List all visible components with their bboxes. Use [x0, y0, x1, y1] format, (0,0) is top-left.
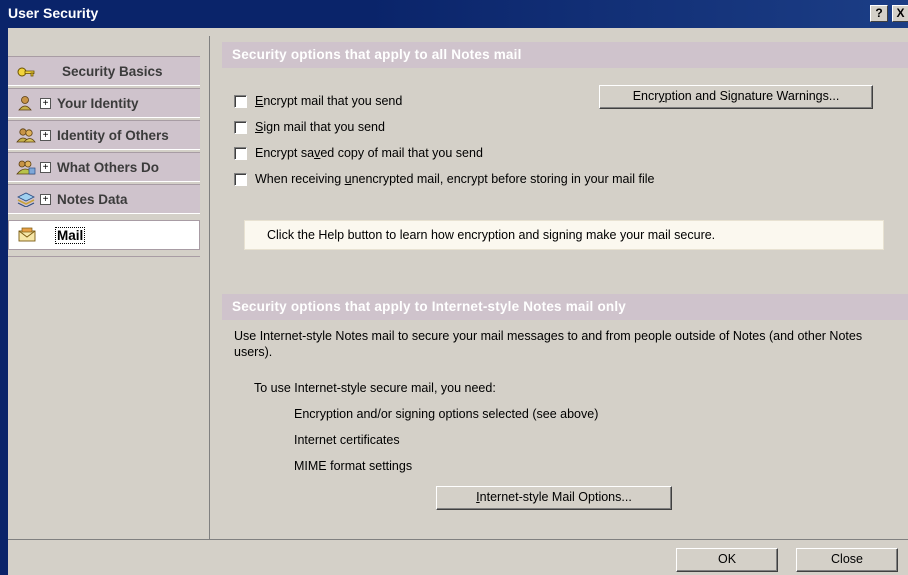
checkbox-label: Encrypt mail that you send — [255, 94, 403, 108]
help-button[interactable]: ? — [870, 5, 888, 22]
checkbox-label: Sign mail that you send — [255, 120, 385, 134]
expand-icon[interactable]: + — [40, 129, 51, 141]
checkbox-box[interactable] — [234, 120, 247, 134]
expand-icon[interactable]: + — [40, 161, 51, 173]
close-icon[interactable]: X — [892, 5, 908, 22]
sidebar-item-notes-data[interactable]: + Notes Data — [8, 184, 200, 214]
checkbox-box[interactable] — [234, 172, 247, 186]
internet-mail-options-button[interactable]: Internet-style Mail Options... — [436, 486, 672, 510]
sidebar-item-label: Mail — [55, 226, 86, 244]
mail-icon — [18, 227, 36, 242]
checkbox-sign-mail[interactable]: Sign mail that you send — [234, 118, 385, 136]
sidebar-item-label: What Others Do — [57, 159, 160, 175]
title-bar: User Security ? X — [0, 0, 908, 28]
sidebar-item-label: Your Identity — [57, 95, 139, 111]
requirement-item: MIME format settings — [294, 459, 413, 473]
help-info-box: Click the Help button to learn how encry… — [244, 220, 884, 250]
checkbox-encrypt-received[interactable]: When receiving unencrypted mail, encrypt… — [234, 170, 655, 188]
sidebar-item-mail[interactable]: Mail — [8, 220, 200, 250]
button-bar: OK Close — [8, 539, 908, 575]
requirement-item: Encryption and/or signing options select… — [294, 407, 599, 421]
main-panel: Security options that apply to all Notes… — [214, 36, 908, 539]
key-icon — [17, 67, 35, 77]
requirement-item: Internet certificates — [294, 433, 400, 447]
user-security-dialog: User Security ? X Security Basics + Your… — [0, 0, 908, 575]
sidebar-item-label: Notes Data — [57, 191, 128, 207]
sidebar-item-label: Identity of Others — [57, 127, 169, 143]
checkbox-box[interactable] — [234, 94, 247, 108]
sidebar-item-what-others-do[interactable]: + What Others Do — [8, 152, 200, 182]
expand-icon[interactable]: + — [40, 193, 51, 205]
people-icon — [16, 128, 36, 143]
requirements-intro: To use Internet-style secure mail, you n… — [254, 381, 496, 395]
sidebar-item-identity-of-others[interactable]: + Identity of Others — [8, 120, 200, 150]
sidebar-item-label: Security Basics — [62, 63, 163, 79]
internet-mail-description: Use Internet-style Notes mail to secure … — [234, 329, 863, 359]
close-button[interactable]: Close — [796, 548, 898, 572]
checkbox-encrypt-mail[interactable]: Encrypt mail that you send — [234, 92, 402, 110]
checkbox-box[interactable] — [234, 146, 247, 160]
encryption-signature-warnings-button[interactable]: Encryption and Signature Warnings... — [599, 85, 873, 109]
checkbox-label: When receiving unencrypted mail, encrypt… — [255, 172, 655, 186]
ok-button[interactable]: OK — [676, 548, 778, 572]
expand-icon[interactable]: + — [40, 97, 51, 109]
data-icon — [17, 192, 35, 207]
sidebar-item-security-basics[interactable]: Security Basics — [8, 56, 200, 86]
section-heading-internet-mail: Security options that apply to Internet-… — [222, 294, 908, 320]
checkbox-encrypt-saved-copy[interactable]: Encrypt saved copy of mail that you send — [234, 144, 483, 162]
section-heading-all-mail: Security options that apply to all Notes… — [222, 42, 908, 68]
group-icon — [16, 160, 36, 175]
window-title: User Security — [8, 5, 99, 21]
person-icon — [18, 96, 32, 111]
sidebar-item-your-identity[interactable]: + Your Identity — [8, 88, 200, 118]
sidebar-divider — [8, 256, 200, 257]
checkbox-label: Encrypt saved copy of mail that you send — [255, 146, 483, 160]
sidebar: Security Basics + Your Identity + Identi… — [8, 36, 210, 539]
